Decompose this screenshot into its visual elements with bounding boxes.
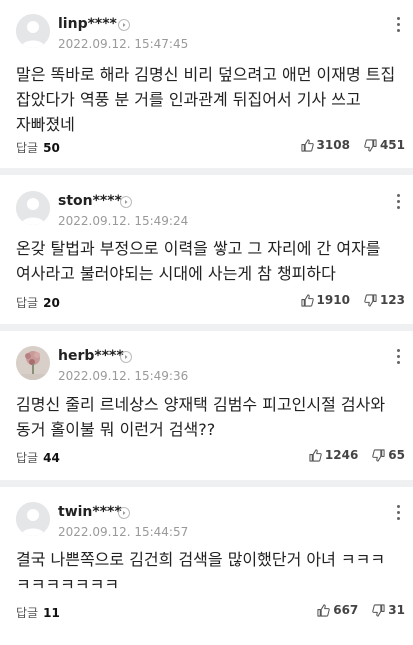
dislike-button[interactable]: 65 xyxy=(372,448,405,462)
chevron-right-icon[interactable] xyxy=(120,196,132,208)
dislike-count: 123 xyxy=(379,293,405,307)
comment-nickname[interactable]: twin**** xyxy=(58,504,122,520)
dislike-button[interactable]: 31 xyxy=(372,603,405,617)
comment-text: 말은 똑바로 해라 김명신 비리 덮으려고 애먼 이재명 트집 잡았다가 역풍 … xyxy=(16,65,401,134)
like-count: 1246 xyxy=(324,448,359,462)
vote-group: 3108 451 xyxy=(287,138,405,152)
reply-label: 답글 xyxy=(16,296,39,310)
dislike-count: 451 xyxy=(379,138,405,152)
like-button[interactable]: 1246 xyxy=(309,448,358,462)
avatar[interactable] xyxy=(16,14,50,48)
like-button[interactable]: 3108 xyxy=(300,138,350,152)
more-vertical-icon[interactable] xyxy=(391,14,405,34)
comment-item: herb**** 2022.09.12. 15:49:36 김명신 줄리 르네상… xyxy=(0,346,413,476)
avatar[interactable] xyxy=(16,191,50,225)
comment-timestamp: 2022.09.12. 15:47:45 xyxy=(58,37,189,51)
default-avatar-icon xyxy=(16,14,50,48)
like-count: 667 xyxy=(333,603,359,617)
reply-count: 11 xyxy=(43,606,60,620)
vote-group: 1246 65 xyxy=(295,448,405,462)
thumbs-up-icon xyxy=(300,293,314,307)
thumbs-down-icon xyxy=(372,448,385,462)
comment-timestamp: 2022.09.12. 15:49:36 xyxy=(58,369,189,383)
dislike-count: 31 xyxy=(388,603,405,617)
reply-label: 답글 xyxy=(16,141,39,155)
avatar[interactable] xyxy=(16,502,50,536)
comment-timestamp: 2022.09.12. 15:49:24 xyxy=(58,214,189,228)
vote-group: 1910 123 xyxy=(287,293,405,307)
comment-nickname[interactable]: ston**** xyxy=(58,193,122,209)
chevron-right-icon[interactable] xyxy=(118,19,130,31)
like-count: 3108 xyxy=(316,138,350,152)
thumbs-up-icon xyxy=(317,603,330,617)
more-vertical-icon[interactable] xyxy=(391,502,405,522)
like-count: 1910 xyxy=(316,293,350,307)
like-button[interactable]: 1910 xyxy=(300,293,350,307)
thumbs-down-icon xyxy=(364,138,377,152)
comment-item: ston**** 2022.09.12. 15:49:24 온갖 탈법과 부정으… xyxy=(0,191,413,321)
thumbs-up-icon xyxy=(300,138,314,152)
like-button[interactable]: 667 xyxy=(317,603,358,617)
comment-timestamp: 2022.09.12. 15:44:57 xyxy=(58,525,189,539)
more-vertical-icon[interactable] xyxy=(391,346,405,366)
reply-count: 20 xyxy=(43,296,60,310)
chevron-right-icon[interactable] xyxy=(120,351,132,363)
comment-nickname[interactable]: linp**** xyxy=(58,16,117,32)
comment-text: 김명신 줄리 르네상스 양재택 김범수 피고인시절 검사와 동거 홀이불 뭐 이… xyxy=(16,395,391,439)
comment-item: twin**** 2022.09.12. 15:44:57 결국 나쁜쪽으로 김… xyxy=(0,502,413,632)
reply-button[interactable]: 답글 11 xyxy=(16,604,60,621)
thumbs-down-icon xyxy=(372,603,385,617)
thumbs-up-icon xyxy=(309,448,322,462)
more-vertical-icon[interactable] xyxy=(391,191,405,211)
chevron-right-icon[interactable] xyxy=(118,507,130,519)
vote-group: 667 31 xyxy=(303,603,405,617)
reply-count: 50 xyxy=(43,141,60,155)
comment-text: 결국 나쁜쪽으로 김건희 검색을 많이했단거 아녀 ㅋㅋㅋ ㅋㅋㅋㅋㅋㅋㅋ xyxy=(16,550,391,594)
reply-label: 답글 xyxy=(16,606,39,620)
reply-count: 44 xyxy=(43,451,60,465)
comment-text: 온갖 탈법과 부정으로 이력을 쌓고 그 자리에 간 여자를 여사라고 불러야되… xyxy=(16,239,386,283)
comment-item: linp**** 2022.09.12. 15:47:45 말은 똑바로 해라 … xyxy=(0,14,413,164)
avatar[interactable] xyxy=(16,346,50,380)
default-avatar-icon xyxy=(16,191,50,225)
reply-button[interactable]: 답글 44 xyxy=(16,449,60,466)
dislike-button[interactable]: 123 xyxy=(364,293,405,307)
default-avatar-icon xyxy=(16,502,50,536)
flower-photo-avatar xyxy=(16,346,50,380)
dislike-count: 65 xyxy=(388,448,405,462)
comment-divider xyxy=(0,324,413,331)
thumbs-down-icon xyxy=(364,293,377,307)
comment-nickname[interactable]: herb**** xyxy=(58,348,124,364)
reply-button[interactable]: 답글 20 xyxy=(16,294,60,311)
comment-divider xyxy=(0,480,413,487)
reply-label: 답글 xyxy=(16,451,39,465)
dislike-button[interactable]: 451 xyxy=(364,138,405,152)
reply-button[interactable]: 답글 50 xyxy=(16,139,60,156)
comment-divider xyxy=(0,168,413,175)
